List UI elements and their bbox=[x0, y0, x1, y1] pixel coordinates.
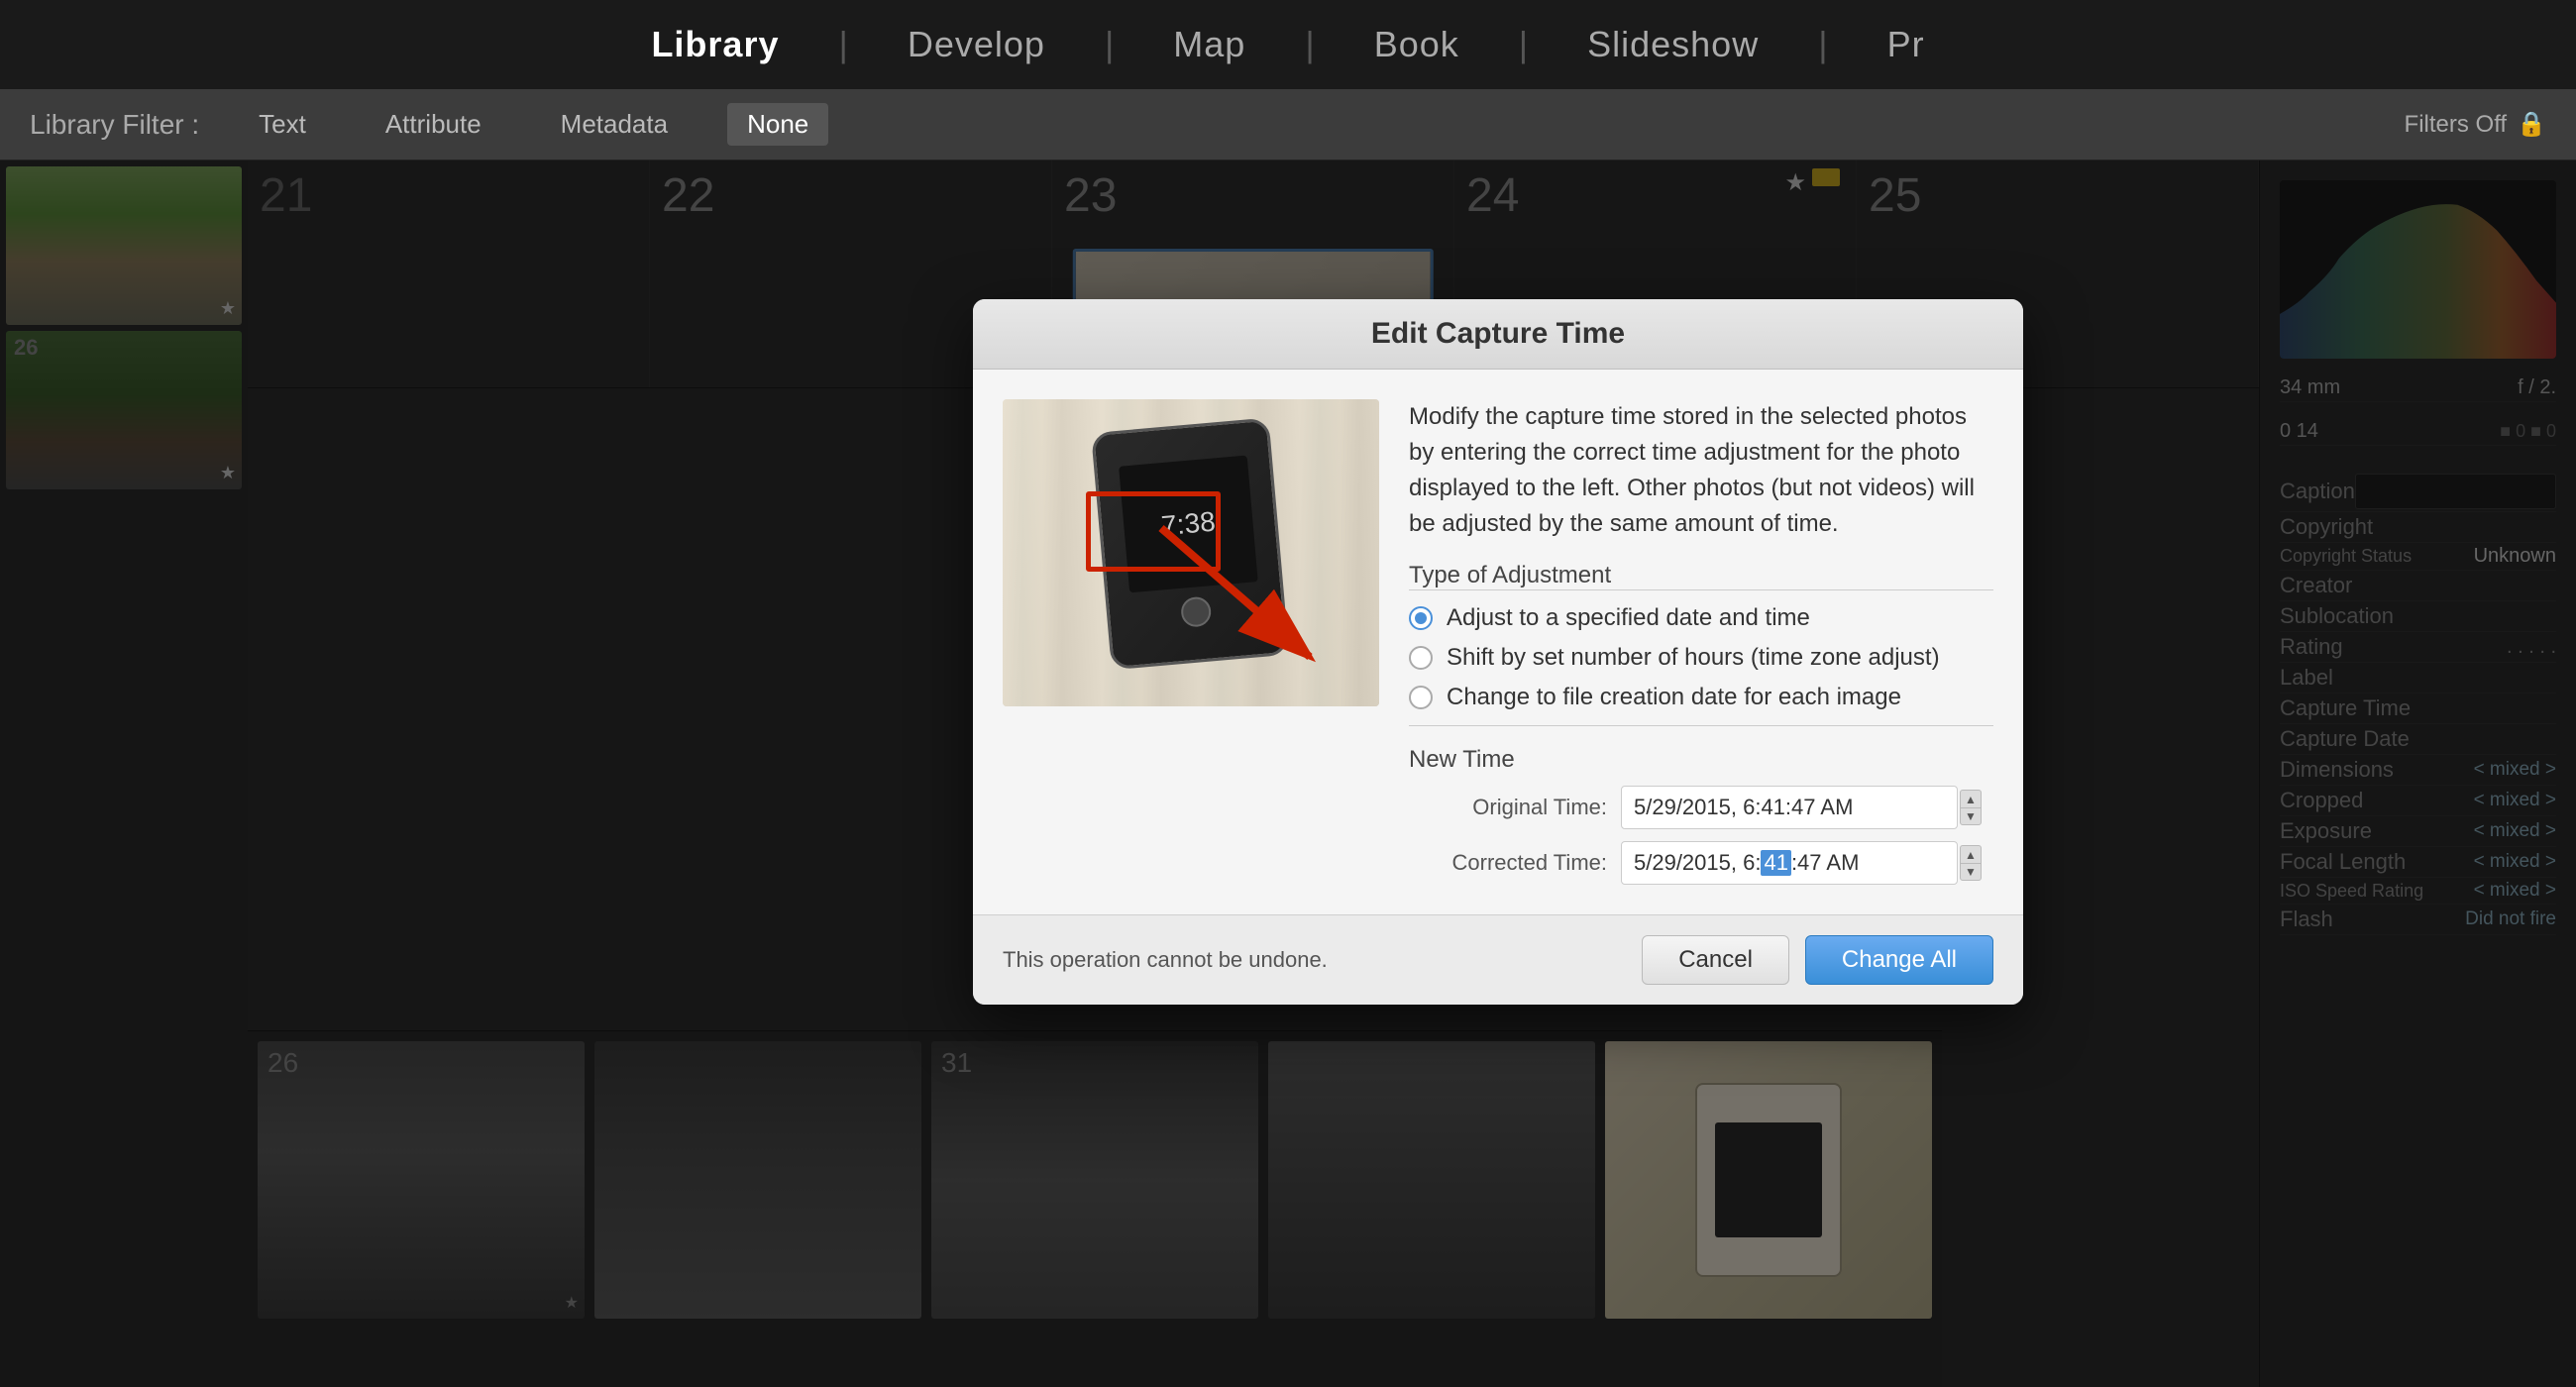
nav-sep-4: | bbox=[1519, 24, 1528, 65]
undone-notice: This operation cannot be undone. bbox=[1003, 947, 1328, 973]
stepper-down-corrected[interactable]: ▼ bbox=[1960, 863, 1982, 881]
radio-group: Adjust to a specified date and time Shif… bbox=[1409, 589, 1993, 726]
radio-option-3[interactable]: Change to file creation date for each im… bbox=[1409, 684, 1993, 711]
stepper-down-original[interactable]: ▼ bbox=[1960, 807, 1982, 825]
type-of-adjustment-section: Type of Adjustment Adjust to a specified… bbox=[1409, 562, 1993, 726]
change-all-button[interactable]: Change All bbox=[1805, 935, 1993, 985]
radio-circle-1[interactable] bbox=[1409, 606, 1433, 630]
type-of-adjustment-title: Type of Adjustment bbox=[1409, 562, 1993, 589]
radio-label-3: Change to file creation date for each im… bbox=[1447, 684, 1901, 711]
corrected-time-highlight: 41 bbox=[1761, 850, 1790, 876]
dialog-body: 7:38 bbox=[973, 370, 2023, 914]
filter-text-btn[interactable]: Text bbox=[239, 103, 326, 146]
dialog-photo-preview: 7:38 bbox=[1003, 399, 1379, 706]
dialog-title: Edit Capture Time bbox=[1371, 317, 1625, 350]
nav-sep-1: | bbox=[838, 24, 847, 65]
corrected-time-stepper[interactable]: ▲ ▼ bbox=[1960, 845, 1982, 881]
radio-option-2[interactable]: Shift by set number of hours (time zone … bbox=[1409, 644, 1993, 672]
radio-option-1[interactable]: Adjust to a specified date and time bbox=[1409, 604, 1993, 632]
edit-capture-time-dialog: Edit Capture Time 7:38 bbox=[973, 299, 2023, 1005]
filter-bar: Library Filter : Text Attribute Metadata… bbox=[0, 89, 2576, 160]
radio-label-1: Adjust to a specified date and time bbox=[1447, 604, 1810, 632]
radio-circle-3[interactable] bbox=[1409, 686, 1433, 709]
dialog-title-bar: Edit Capture Time bbox=[973, 299, 2023, 370]
stepper-up-corrected[interactable]: ▲ bbox=[1960, 845, 1982, 863]
corrected-time-input[interactable]: 5/29/2015, 6:41:47 AM bbox=[1621, 841, 1958, 885]
corrected-time-label: Corrected Time: bbox=[1409, 850, 1607, 876]
nav-sep-2: | bbox=[1105, 24, 1114, 65]
dialog-right-side: Modify the capture time stored in the se… bbox=[1409, 399, 1993, 885]
corrected-time-post: :47 AM bbox=[1791, 850, 1859, 876]
original-time-stepper[interactable]: ▲ ▼ bbox=[1960, 790, 1982, 825]
dialog-footer: This operation cannot be undone. Cancel … bbox=[973, 914, 2023, 1005]
filter-bar-label: Library Filter : bbox=[30, 109, 199, 141]
original-time-row: Original Time: 5/29/2015, 6:41:47 AM ▲ ▼ bbox=[1409, 786, 1993, 829]
nav-sep-5: | bbox=[1818, 24, 1827, 65]
nav-book[interactable]: Book bbox=[1374, 24, 1459, 65]
phone-home-button bbox=[1180, 596, 1213, 629]
original-time-label: Original Time: bbox=[1409, 795, 1607, 820]
radio-circle-2[interactable] bbox=[1409, 646, 1433, 670]
new-time-section: New Time Original Time: 5/29/2015, 6:41:… bbox=[1409, 746, 1993, 885]
dialog-buttons: Cancel Change All bbox=[1642, 935, 1993, 985]
cancel-button[interactable]: Cancel bbox=[1642, 935, 1789, 985]
stepper-up-original[interactable]: ▲ bbox=[1960, 790, 1982, 807]
new-time-title: New Time bbox=[1409, 746, 1993, 774]
main-area: ★ 26 ★ 21 22 23 24 bbox=[0, 160, 2576, 1387]
corrected-time-pre: 5/29/2015, 6: bbox=[1634, 850, 1761, 876]
lock-icon: 🔒 bbox=[2517, 110, 2546, 139]
filter-metadata-btn[interactable]: Metadata bbox=[541, 103, 688, 146]
top-nav: Library | Develop | Map | Book | Slidesh… bbox=[0, 0, 2576, 89]
filters-off-label: Filters Off bbox=[2405, 111, 2508, 139]
original-time-input[interactable]: 5/29/2015, 6:41:47 AM bbox=[1621, 786, 1958, 829]
original-time-value: 5/29/2015, 6:41:47 AM bbox=[1634, 795, 1853, 820]
nav-develop[interactable]: Develop bbox=[908, 24, 1045, 65]
nav-sep-3: | bbox=[1305, 24, 1314, 65]
original-time-input-container: 5/29/2015, 6:41:47 AM ▲ ▼ bbox=[1621, 786, 1982, 829]
nav-map[interactable]: Map bbox=[1173, 24, 1245, 65]
dialog-photo-side: 7:38 bbox=[1003, 399, 1379, 885]
radio-label-2: Shift by set number of hours (time zone … bbox=[1447, 644, 1940, 672]
corrected-time-row: Corrected Time: 5/29/2015, 6:41:47 AM ▲ … bbox=[1409, 841, 1993, 885]
corrected-time-input-container: 5/29/2015, 6:41:47 AM ▲ ▼ bbox=[1621, 841, 1982, 885]
filter-none-btn[interactable]: None bbox=[727, 103, 828, 146]
filter-attribute-btn[interactable]: Attribute bbox=[366, 103, 501, 146]
filters-off-indicator: Filters Off 🔒 bbox=[2405, 110, 2546, 139]
red-box-annotation bbox=[1086, 491, 1222, 572]
nav-library[interactable]: Library bbox=[651, 24, 779, 65]
dialog-description: Modify the capture time stored in the se… bbox=[1409, 399, 1993, 542]
nav-print[interactable]: Pr bbox=[1887, 24, 1925, 65]
nav-slideshow[interactable]: Slideshow bbox=[1587, 24, 1759, 65]
